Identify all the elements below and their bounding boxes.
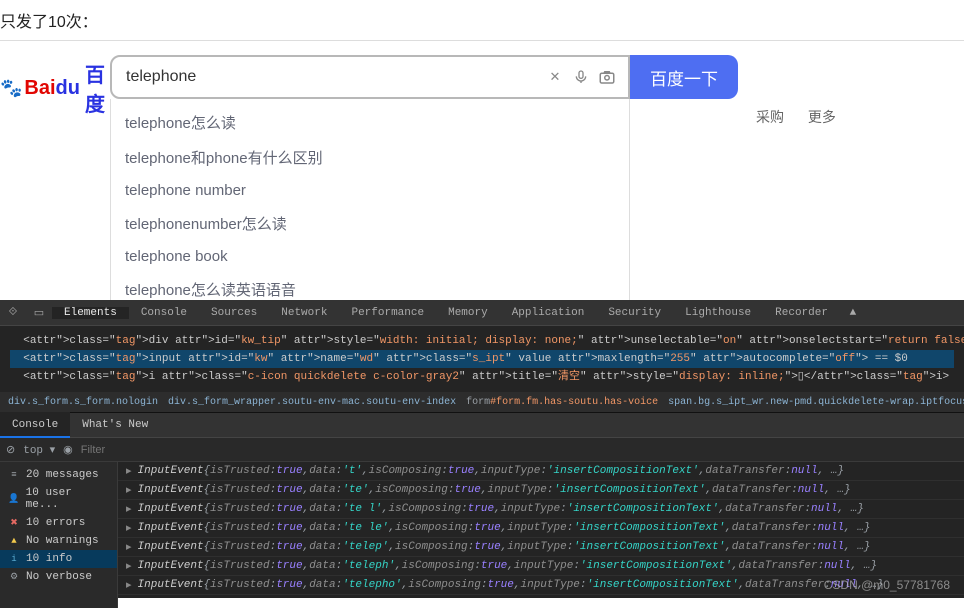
link-more[interactable]: 更多 — [808, 109, 836, 125]
clear-console-icon[interactable]: ⊘ — [6, 443, 15, 457]
dom-node[interactable]: <attr">class="tag">div attr">id="kw_tip"… — [10, 332, 954, 350]
suggestion-item[interactable]: telephone number — [111, 175, 629, 206]
devtools-tab-application[interactable]: Application — [500, 307, 597, 319]
suggestion-item[interactable]: telephone怎么读 — [111, 105, 629, 140]
suggestion-item[interactable]: telephone book — [111, 241, 629, 272]
watermark: CSDN @m0_57781768 — [824, 578, 950, 592]
device-icon[interactable]: ▭ — [26, 306, 52, 320]
devtools-tabs: ⟐ ▭ ElementsConsoleSourcesNetworkPerform… — [0, 300, 964, 326]
search-box: ✕ — [110, 55, 630, 99]
console-log-row[interactable]: ▸InputEvent {isTrusted: true, data: 'te … — [118, 500, 964, 519]
breadcrumb-item[interactable]: div.s_form_wrapper.soutu-env-mac.soutu-e… — [168, 397, 456, 408]
scope-selector[interactable]: top ▾ — [23, 443, 55, 457]
console-log-row[interactable]: ▸InputEvent {isTrusted: true, data: 'tel… — [118, 557, 964, 576]
dom-breadcrumb[interactable]: div.s_form.s_form.nologin div.s_form_wrap… — [0, 392, 964, 412]
console-drawer-tabs: Console What's New — [0, 412, 964, 438]
camera-icon[interactable] — [594, 64, 620, 90]
breadcrumb-item[interactable]: div.s_form.s_form.nologin — [8, 397, 158, 408]
baidu-logo[interactable]: 🐾 Baidu 百度 — [0, 55, 110, 117]
devtools-tab-sources[interactable]: Sources — [199, 307, 269, 319]
link-purchase[interactable]: 采购 — [756, 109, 784, 125]
devtools-tab-recorder[interactable]: Recorder — [763, 307, 840, 319]
elements-panel[interactable]: <attr">class="tag">div attr">id="kw_tip"… — [0, 326, 964, 392]
sidebar-filter-item[interactable]: ✖10 errors — [0, 514, 117, 532]
devtools-tab-performance[interactable]: Performance — [339, 307, 436, 319]
sidebar-filter-item[interactable]: i10 info — [0, 550, 117, 568]
search-input[interactable] — [126, 68, 542, 86]
devtools-panel: ⟐ ▭ ElementsConsoleSourcesNetworkPerform… — [0, 300, 964, 598]
console-sidebar: ≡20 messages👤10 user me...✖10 errors▲No … — [0, 462, 118, 608]
breadcrumb-item[interactable]: span.bg.s_ipt_wr.new-pmd.quickdelete-wra… — [668, 397, 964, 408]
sidebar-filter-item[interactable]: ≡20 messages — [0, 466, 117, 484]
inspect-icon[interactable]: ⟐ — [0, 307, 26, 319]
paw-icon: 🐾 — [0, 78, 22, 99]
suggestion-item[interactable]: telephone和phone有什么区别 — [111, 140, 629, 175]
clear-icon[interactable]: ✕ — [542, 64, 568, 90]
devtools-tab-console[interactable]: Console — [129, 307, 199, 319]
tab-console[interactable]: Console — [0, 412, 70, 438]
filter-input[interactable] — [81, 444, 958, 456]
devtools-tab-memory[interactable]: Memory — [436, 307, 500, 319]
console-log-row[interactable]: ▸InputEvent {isTrusted: true, data: 'te … — [118, 519, 964, 538]
search-button[interactable]: 百度一下 — [630, 55, 738, 99]
devtools-tab-lighthouse[interactable]: Lighthouse — [673, 307, 763, 319]
dom-node[interactable]: <attr">class="tag">i attr">class="c-icon… — [10, 368, 954, 386]
console-log-row[interactable]: ▸InputEvent {isTrusted: true, data: 't',… — [118, 462, 964, 481]
right-links: 采购 更多 — [738, 55, 856, 127]
devtools-tab-security[interactable]: Security — [596, 307, 673, 319]
recorder-icon: ▲ — [840, 307, 866, 319]
dom-node[interactable]: <attr">class="tag">input attr">id="kw" a… — [10, 350, 954, 368]
sidebar-filter-item[interactable]: ⚙No verbose — [0, 568, 117, 586]
tab-whatsnew[interactable]: What's New — [70, 412, 160, 438]
eye-icon[interactable]: ◉ — [63, 443, 73, 457]
devtools-tab-elements[interactable]: Elements — [52, 307, 129, 319]
console-toolbar: ⊘ top ▾ ◉ — [0, 438, 964, 462]
page-header-text: 只发了10次： — [0, 0, 964, 41]
suggestion-item[interactable]: telephonenumber怎么读 — [111, 206, 629, 241]
breadcrumb-item[interactable]: form#form.fm.has-soutu.has-voice — [466, 397, 658, 408]
console-log-row[interactable]: ▸InputEvent {isTrusted: true, data: 'tel… — [118, 538, 964, 557]
sidebar-filter-item[interactable]: 👤10 user me... — [0, 484, 117, 514]
console-log-row[interactable]: ▸InputEvent {isTrusted: true, data: 'te'… — [118, 481, 964, 500]
voice-icon[interactable] — [568, 64, 594, 90]
devtools-tab-network[interactable]: Network — [269, 307, 339, 319]
sidebar-filter-item[interactable]: ▲No warnings — [0, 532, 117, 550]
search-area: 🐾 Baidu 百度 ✕ 百度一下 telephone怎么读telephone和… — [0, 41, 964, 127]
